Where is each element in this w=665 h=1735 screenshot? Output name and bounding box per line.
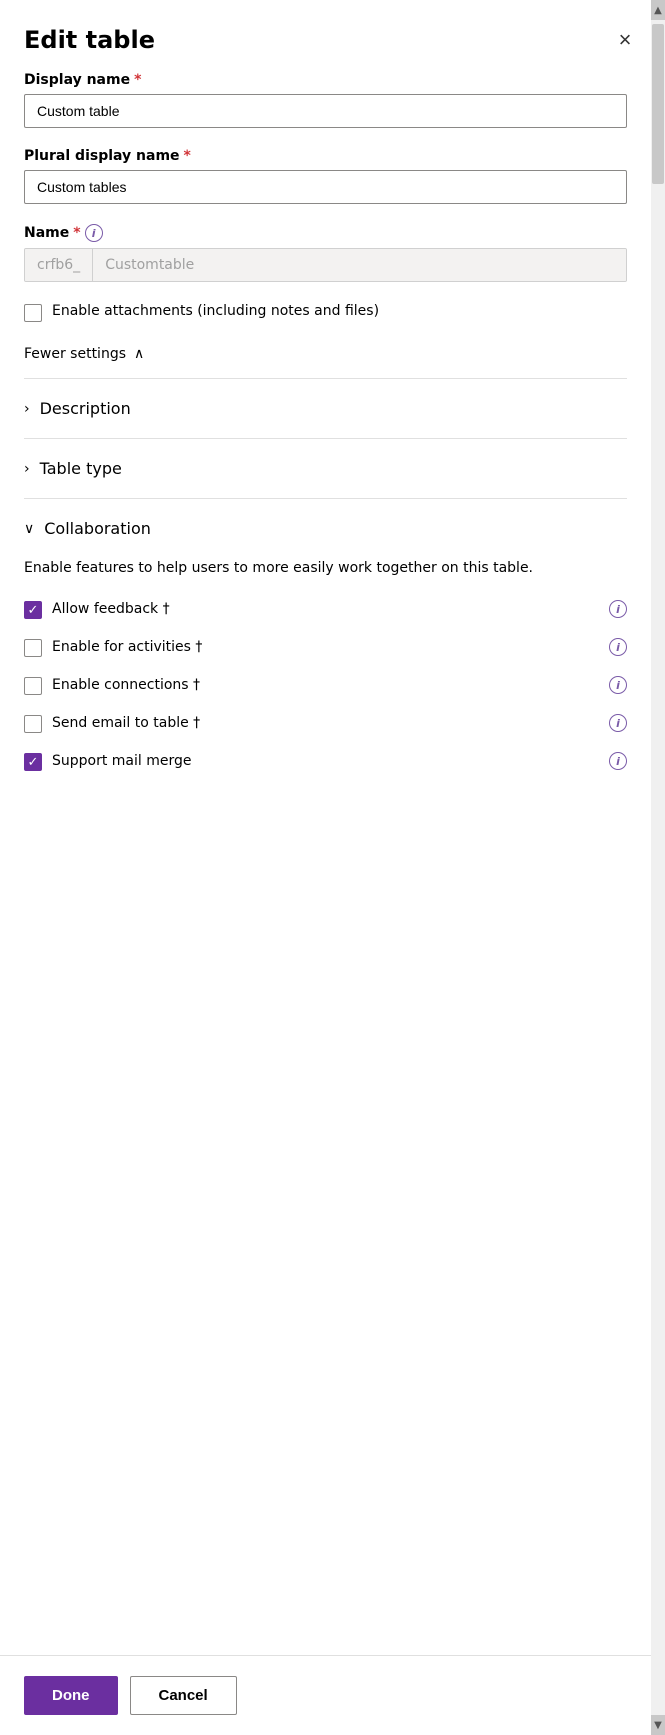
collaboration-description: Enable features to help users to more ea…: [24, 558, 627, 579]
scrollbar-track[interactable]: ▲ ▼: [651, 0, 665, 1735]
support-mail-merge-label: Support mail merge: [52, 753, 192, 769]
attachments-checkbox[interactable]: [24, 304, 42, 322]
name-info-icon[interactable]: i: [85, 224, 103, 242]
panel-content: Display name * Plural display name * Nam…: [0, 72, 665, 1655]
support-mail-merge-checkbox[interactable]: [24, 753, 42, 771]
display-name-input[interactable]: [24, 94, 627, 128]
send-email-label: Send email to table †: [52, 715, 200, 731]
enable-connections-label: Enable connections †: [52, 677, 200, 693]
allow-feedback-checkbox[interactable]: [24, 601, 42, 619]
plural-display-name-group: Plural display name *: [24, 148, 627, 204]
edit-table-panel: ▲ ▼ Edit table × Display name * Plural d…: [0, 0, 665, 1735]
allow-feedback-left: Allow feedback †: [24, 599, 170, 619]
close-button[interactable]: ×: [609, 24, 641, 56]
enable-activities-row: Enable for activities † i: [24, 637, 627, 657]
name-field-row: crfb6_ Customtable: [24, 248, 627, 282]
collaboration-chevron-icon: ∨: [24, 521, 34, 537]
panel-header: Edit table ×: [0, 0, 665, 72]
send-email-checkbox[interactable]: [24, 715, 42, 733]
name-suffix: Customtable: [93, 249, 626, 281]
allow-feedback-label: Allow feedback †: [52, 601, 170, 617]
allow-feedback-info-icon[interactable]: i: [609, 600, 627, 618]
send-email-left: Send email to table †: [24, 713, 200, 733]
support-mail-merge-left: Support mail merge: [24, 751, 192, 771]
fewer-settings-chevron-icon: ∧: [134, 346, 144, 362]
plural-display-name-required: *: [184, 148, 191, 164]
collaboration-section: ∨ Collaboration Enable features to help …: [24, 499, 627, 805]
name-group: Name * i crfb6_ Customtable: [24, 224, 627, 282]
scrollbar-down-arrow[interactable]: ▼: [651, 1715, 665, 1735]
support-mail-merge-row: Support mail merge i: [24, 751, 627, 771]
enable-connections-checkbox[interactable]: [24, 677, 42, 695]
cancel-button[interactable]: Cancel: [130, 1676, 237, 1715]
support-mail-merge-info-icon[interactable]: i: [609, 752, 627, 770]
plural-display-name-label: Plural display name *: [24, 148, 627, 164]
description-chevron-icon: ›: [24, 401, 30, 417]
spacer: [24, 805, 627, 845]
done-button[interactable]: Done: [24, 1676, 118, 1715]
enable-activities-left: Enable for activities †: [24, 637, 202, 657]
scrollbar-thumb[interactable]: [652, 24, 664, 184]
collaboration-label: Collaboration: [44, 519, 151, 538]
display-name-required: *: [134, 72, 141, 88]
name-prefix: crfb6_: [25, 249, 93, 281]
panel-title: Edit table: [24, 26, 155, 54]
attachments-label: Enable attachments (including notes and …: [52, 302, 379, 322]
display-name-group: Display name *: [24, 72, 627, 128]
fewer-settings-label: Fewer settings: [24, 346, 126, 362]
enable-connections-info-icon[interactable]: i: [609, 676, 627, 694]
table-type-label: Table type: [40, 459, 122, 478]
fewer-settings-row[interactable]: Fewer settings ∧: [24, 346, 627, 362]
description-row[interactable]: › Description: [24, 379, 627, 438]
attachments-row: Enable attachments (including notes and …: [24, 302, 627, 322]
panel-footer: Done Cancel: [0, 1655, 665, 1735]
name-label: Name * i: [24, 224, 627, 242]
enable-connections-left: Enable connections †: [24, 675, 200, 695]
enable-activities-label: Enable for activities †: [52, 639, 202, 655]
table-type-chevron-icon: ›: [24, 461, 30, 477]
name-required: *: [73, 225, 80, 241]
enable-connections-row: Enable connections † i: [24, 675, 627, 695]
table-type-row[interactable]: › Table type: [24, 439, 627, 498]
allow-feedback-row: Allow feedback † i: [24, 599, 627, 619]
enable-activities-info-icon[interactable]: i: [609, 638, 627, 656]
display-name-label: Display name *: [24, 72, 627, 88]
send-email-info-icon[interactable]: i: [609, 714, 627, 732]
collaboration-header-row[interactable]: ∨ Collaboration: [24, 499, 627, 558]
description-label: Description: [40, 399, 131, 418]
plural-display-name-input[interactable]: [24, 170, 627, 204]
enable-activities-checkbox[interactable]: [24, 639, 42, 657]
scrollbar-up-arrow[interactable]: ▲: [651, 0, 665, 20]
send-email-row: Send email to table † i: [24, 713, 627, 733]
